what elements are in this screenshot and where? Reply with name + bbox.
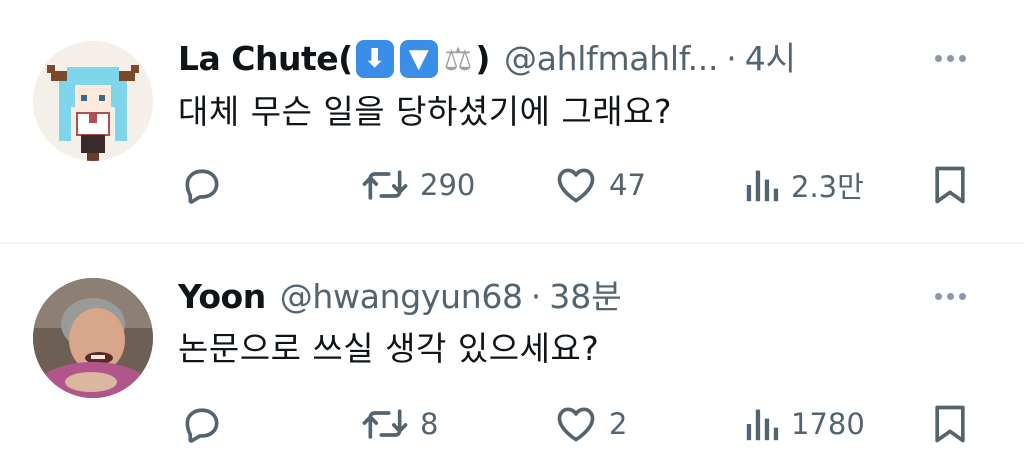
reply-icon	[185, 169, 219, 204]
avatar[interactable]	[33, 41, 153, 161]
views-count: 1780	[791, 407, 865, 441]
retweet-button[interactable]: 8	[360, 399, 438, 449]
retweet-count: 8	[420, 407, 439, 441]
reply-button[interactable]	[180, 160, 224, 210]
separator-dot: ·	[726, 39, 737, 78]
balance-scale-emoji-icon: ⚖	[443, 40, 473, 78]
views-button[interactable]: 1780	[745, 399, 865, 449]
display-name[interactable]: La Chute(	[178, 39, 353, 79]
display-name-end[interactable]: )	[475, 39, 490, 79]
timestamp[interactable]: 38분	[549, 277, 621, 317]
tweet-actions: 8 2 1780	[0, 399, 1024, 449]
pixel-anime-girl-avatar-icon	[33, 41, 153, 161]
display-name[interactable]: Yoon	[178, 277, 266, 317]
bookmark-button[interactable]	[930, 160, 970, 210]
tweet-feed: La Chute( ⬇ ▼ ⚖ ) @ahlfmahlf... · 4시 대체 …	[0, 0, 1024, 476]
like-button[interactable]: 2	[553, 399, 627, 449]
bookmark-button[interactable]	[930, 399, 970, 449]
like-count: 2	[609, 407, 628, 441]
more-options-icon[interactable]	[926, 276, 974, 316]
user-handle[interactable]: @hwangyun68	[280, 277, 523, 317]
tweet-text: 논문으로 쓰실 생각 있으세요?	[178, 329, 600, 368]
heart-icon	[557, 168, 595, 203]
reply-icon	[185, 408, 219, 443]
retweet-count: 290	[420, 168, 476, 202]
heart-icon	[557, 407, 595, 442]
retweet-icon	[362, 409, 408, 439]
down-arrow-emoji-icon: ⬇	[355, 40, 394, 78]
tweet-actions: 290 47 2.3만	[0, 160, 1024, 210]
separator-dot: ·	[530, 277, 542, 316]
smiling-person-photo-avatar-icon	[33, 278, 153, 398]
like-count: 47	[609, 168, 646, 202]
like-button[interactable]: 47	[553, 160, 646, 210]
timestamp[interactable]: 4시	[745, 39, 796, 79]
user-handle[interactable]: @ahlfmahlf...	[504, 39, 718, 79]
retweet-button[interactable]: 290	[360, 160, 475, 210]
reply-button[interactable]	[180, 399, 224, 449]
tweet-text: 대체 무슨 일을 당하셨기에 그래요?	[178, 92, 673, 131]
avatar[interactable]	[33, 278, 153, 398]
tweet-header: La Chute( ⬇ ▼ ⚖ ) @ahlfmahlf... · 4시	[178, 39, 796, 79]
retweet-icon	[362, 170, 408, 200]
tweet-header: Yoon @hwangyun68 · 38분	[178, 277, 622, 317]
bar-chart-icon	[746, 409, 779, 441]
bar-chart-icon	[746, 170, 779, 202]
views-count: 2.3만	[791, 170, 864, 204]
tweet[interactable]: La Chute( ⬇ ▼ ⚖ ) @ahlfmahlf... · 4시 대체 …	[0, 0, 1024, 244]
down-triangle-emoji-icon: ▼	[399, 40, 438, 78]
views-button[interactable]: 2.3만	[745, 160, 864, 210]
tweet[interactable]: Yoon @hwangyun68 · 38분 논문으로 쓰실 생각 있으세요? …	[0, 246, 1024, 476]
bookmark-icon	[935, 166, 965, 204]
bookmark-icon	[935, 405, 965, 443]
more-options-icon[interactable]	[926, 38, 974, 78]
